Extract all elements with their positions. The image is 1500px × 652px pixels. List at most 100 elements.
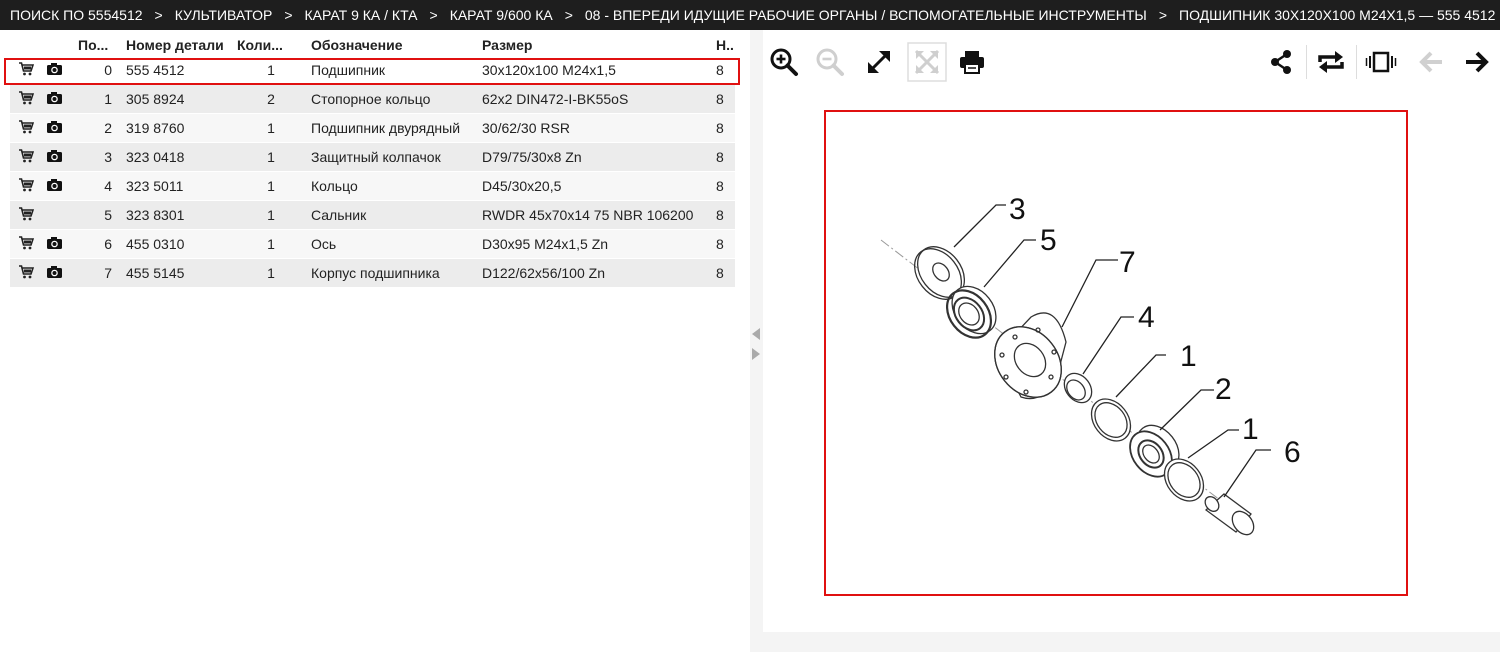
camera-icon[interactable] [46, 120, 63, 137]
column-header-designation[interactable]: Обозначение [305, 35, 476, 56]
breadcrumb-item[interactable]: КАРАТ 9 КА / КТА [305, 7, 418, 23]
camera-icon[interactable] [46, 62, 63, 79]
zoom-in-button[interactable] [764, 42, 804, 82]
cell-pos: 1 [72, 84, 120, 114]
callout-label[interactable]: 6 [1284, 436, 1301, 469]
camera-icon[interactable] [46, 236, 63, 253]
toolbar-divider [1306, 45, 1307, 79]
cell-size: D45/30x20,5 [476, 171, 710, 201]
cell-pos: 6 [72, 229, 120, 259]
breadcrumb-item[interactable]: 08 - ВПЕРЕДИ ИДУЩИЕ РАБОЧИЕ ОРГАНЫ / ВСП… [585, 7, 1147, 23]
cart-icon[interactable] [18, 149, 35, 166]
column-header-n[interactable]: Н.. [710, 35, 735, 56]
cell-size: D79/75/30x8 Zn [476, 142, 710, 172]
repeat-button[interactable] [1311, 42, 1351, 82]
share-button[interactable] [1261, 42, 1301, 82]
cell-size: 30x120x100 M24x1,5 [476, 55, 710, 85]
cell-pos: 5 [72, 200, 120, 230]
breadcrumb-item[interactable]: КУЛЬТИВАТОР [175, 7, 273, 23]
cell-pos: 3 [72, 142, 120, 172]
cart-icon[interactable] [18, 91, 35, 108]
print-button[interactable] [952, 42, 992, 82]
viewer-footer [763, 632, 1500, 652]
next-button[interactable] [1457, 42, 1497, 82]
callout-label[interactable]: 4 [1138, 301, 1155, 334]
cell-pos: 2 [72, 113, 120, 143]
cart-icon[interactable] [18, 207, 35, 224]
breadcrumb-item[interactable]: КАРАТ 9/600 КА [450, 7, 553, 23]
row-actions [10, 229, 72, 259]
cell-size: D30x95 M24x1,5 Zn [476, 229, 710, 259]
row-actions [10, 55, 72, 85]
zoom-in-icon [770, 48, 798, 76]
pane-splitter[interactable] [750, 30, 763, 652]
arrow-left-icon [1419, 51, 1442, 73]
table-row[interactable]: 0 555 4512 1 Подшипник 30x120x100 M24x1,5 8 [10, 55, 735, 85]
cell-part-number: 323 5011 [120, 171, 237, 201]
callout-label[interactable]: 2 [1215, 373, 1232, 406]
callout-label[interactable]: 5 [1040, 224, 1057, 257]
camera-icon[interactable] [46, 91, 63, 108]
table-row[interactable]: 1 305 8924 2 Стопорное кольцо 62x2 DIN472-I-… [10, 84, 735, 114]
cell-pos: 0 [72, 55, 120, 85]
breadcrumb-separator: > [1158, 7, 1168, 23]
callout-label[interactable]: 1 [1180, 340, 1197, 373]
exploded-view-diagram[interactable]: 3 5 7 4 1 2 1 6 [824, 110, 1408, 596]
fit-icon [907, 42, 947, 82]
callout-label[interactable]: 3 [1009, 193, 1026, 226]
cell-part-number: 323 0418 [120, 142, 237, 172]
cart-icon[interactable] [18, 120, 35, 137]
cell-size: D122/62x56/100 Zn [476, 258, 710, 287]
cell-part-number: 455 5145 [120, 258, 237, 287]
part-6-shape [1204, 493, 1255, 536]
carousel-button[interactable] [1361, 42, 1401, 82]
cell-designation: Сальник [305, 200, 476, 230]
cell-size: RWDR 45x70x14 75 NBR 106200 [476, 200, 710, 230]
breadcrumb-separator: > [284, 7, 293, 23]
collapse-left-icon[interactable] [752, 328, 760, 340]
callout-label[interactable]: 1 [1242, 413, 1259, 446]
cell-n: 8 [710, 113, 735, 143]
cart-icon[interactable] [18, 236, 35, 253]
collapse-right-icon[interactable] [752, 348, 760, 360]
table-header-row: По... Номер детали Коли... Обозначение Р… [10, 35, 735, 56]
cell-designation: Подшипник двурядный [305, 113, 476, 143]
cell-size: 30/62/30 RSR [476, 113, 710, 143]
table-row[interactable]: 3 323 0418 1 Защитный колпачок D79/75/30x8 Z… [10, 142, 735, 172]
cell-qty: 1 [237, 113, 305, 143]
actions-header [10, 35, 72, 56]
breadcrumb-item[interactable]: ПОИСК ПО 5554512 [10, 7, 143, 23]
cell-pos: 7 [72, 258, 120, 287]
breadcrumb-item: ПОДШИПНИК 30X120X100 M24X1,5 — 555 4512 [1179, 7, 1496, 23]
cart-icon[interactable] [18, 265, 35, 282]
column-header-pos[interactable]: По... [72, 35, 120, 56]
fit-button[interactable] [907, 42, 947, 82]
camera-icon[interactable] [46, 265, 63, 282]
table-row[interactable]: 6 455 0310 1 Ось D30x95 M24x1,5 Zn 8 [10, 229, 735, 259]
column-header-size[interactable]: Размер [476, 35, 710, 56]
previous-button[interactable] [1411, 42, 1451, 82]
row-actions [10, 84, 72, 114]
cell-qty: 1 [237, 200, 305, 230]
cart-icon[interactable] [18, 178, 35, 195]
cart-icon[interactable] [18, 62, 35, 79]
cell-qty: 1 [237, 55, 305, 85]
cell-qty: 1 [237, 229, 305, 259]
cell-designation: Корпус подшипника [305, 258, 476, 287]
breadcrumb-separator: > [429, 7, 438, 23]
fullscreen-button[interactable] [859, 42, 899, 82]
diagram-viewer-pane: 3 5 7 4 1 2 1 6 [763, 30, 1500, 632]
table-row[interactable]: 7 455 5145 1 Корпус подшипника D122/62x56/10… [10, 258, 735, 287]
table-row[interactable]: 4 323 5011 1 Кольцо D45/30x20,5 8 [10, 171, 735, 201]
camera-icon[interactable] [46, 149, 63, 166]
zoom-out-icon [816, 48, 844, 76]
column-header-part-number[interactable]: Номер детали [120, 35, 237, 56]
camera-icon[interactable] [46, 178, 63, 195]
column-header-qty[interactable]: Коли... [237, 35, 305, 56]
cell-part-number: 455 0310 [120, 229, 237, 259]
zoom-out-button[interactable] [810, 42, 850, 82]
callout-label[interactable]: 7 [1119, 246, 1136, 279]
breadcrumb-separator: > [154, 7, 163, 23]
table-row[interactable]: 5 323 8301 1 Сальник RWDR 45x70x14 75 NBR 10… [10, 200, 735, 230]
table-row[interactable]: 2 319 8760 1 Подшипник двурядный 30/62/30 RS… [10, 113, 735, 143]
